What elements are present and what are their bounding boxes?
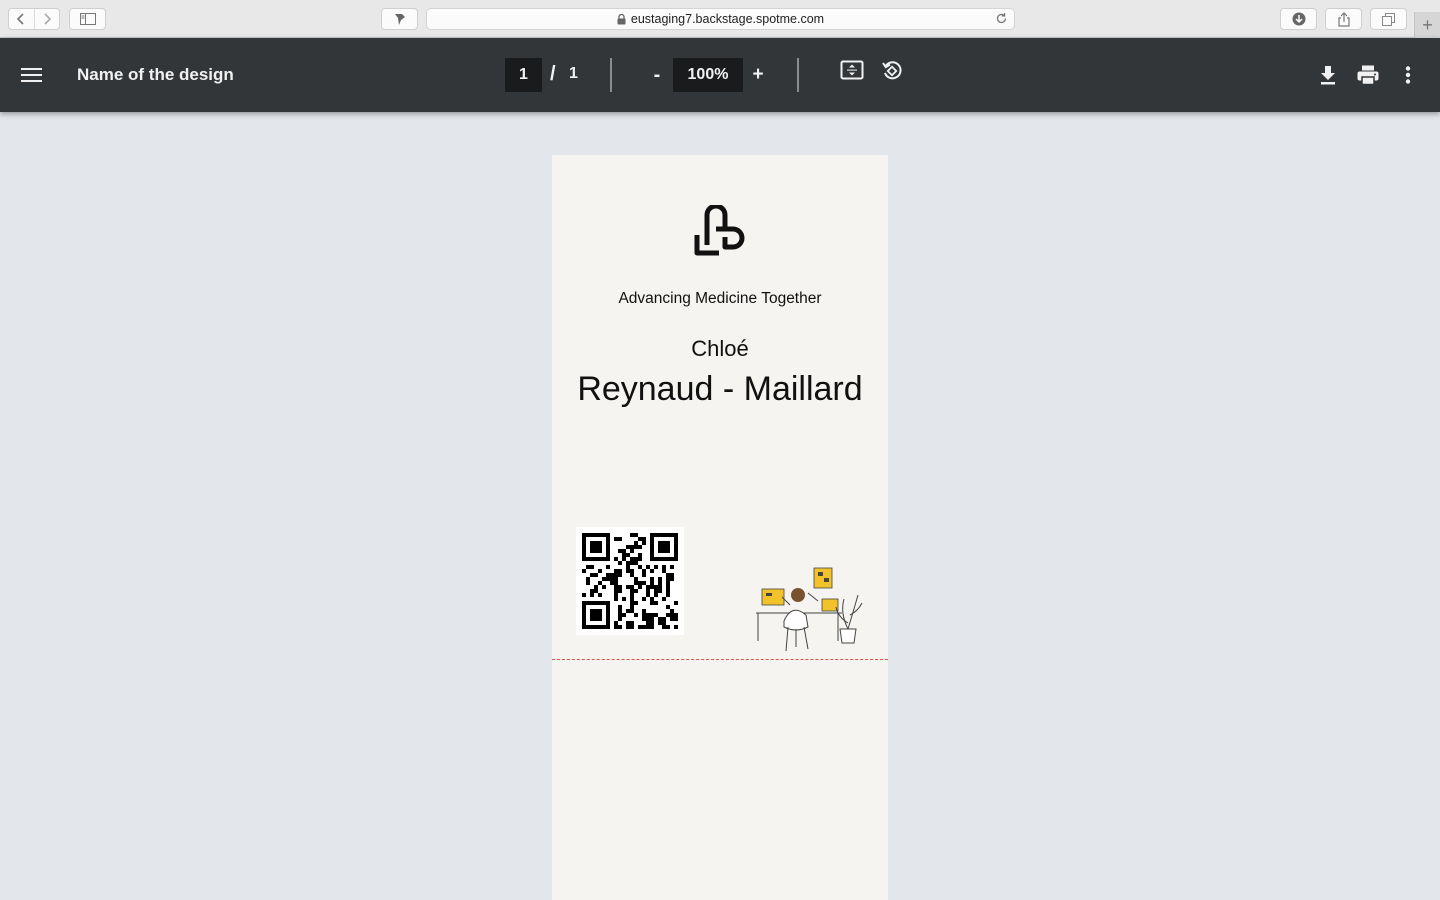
fit-page-icon[interactable] — [839, 58, 865, 84]
print-icon[interactable] — [1355, 63, 1381, 87]
lock-icon — [617, 13, 626, 25]
qr-code-image — [576, 527, 684, 635]
forward-button[interactable] — [33, 9, 60, 29]
page-separator: / — [550, 63, 556, 85]
more-icon[interactable] — [1398, 63, 1418, 87]
sidebar-icon — [79, 13, 96, 25]
back-button[interactable] — [9, 9, 34, 29]
address-bar[interactable]: eustaging7.backstage.spotme.com — [426, 8, 1015, 30]
nav-buttons — [8, 8, 60, 30]
page-number-input[interactable] — [505, 58, 542, 92]
extension-button[interactable] — [381, 8, 418, 30]
menu-icon[interactable] — [21, 68, 42, 87]
share-icon — [1337, 11, 1350, 27]
download-circle-icon — [1292, 12, 1305, 26]
toolbar-divider — [797, 58, 799, 92]
zoom-in-button[interactable]: + — [746, 58, 770, 92]
cut-line — [552, 659, 888, 660]
browser-bar: eustaging7.backstage.spotme.com + — [0, 0, 1440, 38]
new-tab-button[interactable]: + — [1414, 12, 1440, 38]
document-title: Name of the design — [77, 65, 234, 84]
brand-logo-icon — [693, 203, 747, 264]
zoom-out-button[interactable]: - — [645, 58, 669, 92]
event-tagline: Advancing Medicine Together — [618, 290, 822, 307]
downloads-button[interactable] — [1280, 8, 1317, 30]
tabs-overview-button[interactable] — [1370, 8, 1407, 30]
download-icon[interactable] — [1316, 63, 1340, 87]
toolbar-divider — [610, 58, 612, 92]
zoom-level-input[interactable] — [673, 58, 743, 92]
document-page: Advancing Medicine Together Chloé Reynau… — [552, 155, 888, 900]
pdf-toolbar: Name of the design / 1 - + — [0, 38, 1440, 112]
chevron-right-icon — [44, 13, 51, 25]
chevron-left-icon — [17, 13, 24, 25]
share-button[interactable] — [1325, 8, 1362, 30]
workspace-illustration — [752, 563, 868, 658]
tabs-icon — [1382, 12, 1395, 26]
extension-icon — [394, 14, 405, 25]
url-text: eustaging7.backstage.spotme.com — [630, 12, 825, 26]
page-total: 1 — [569, 65, 578, 82]
sidebar-toggle-button[interactable] — [69, 8, 106, 30]
reload-icon[interactable] — [995, 12, 1008, 25]
rotate-icon[interactable] — [879, 58, 905, 84]
attendee-first-name: Chloé — [691, 336, 749, 361]
attendee-last-name: Reynaud - Maillard — [577, 370, 863, 408]
